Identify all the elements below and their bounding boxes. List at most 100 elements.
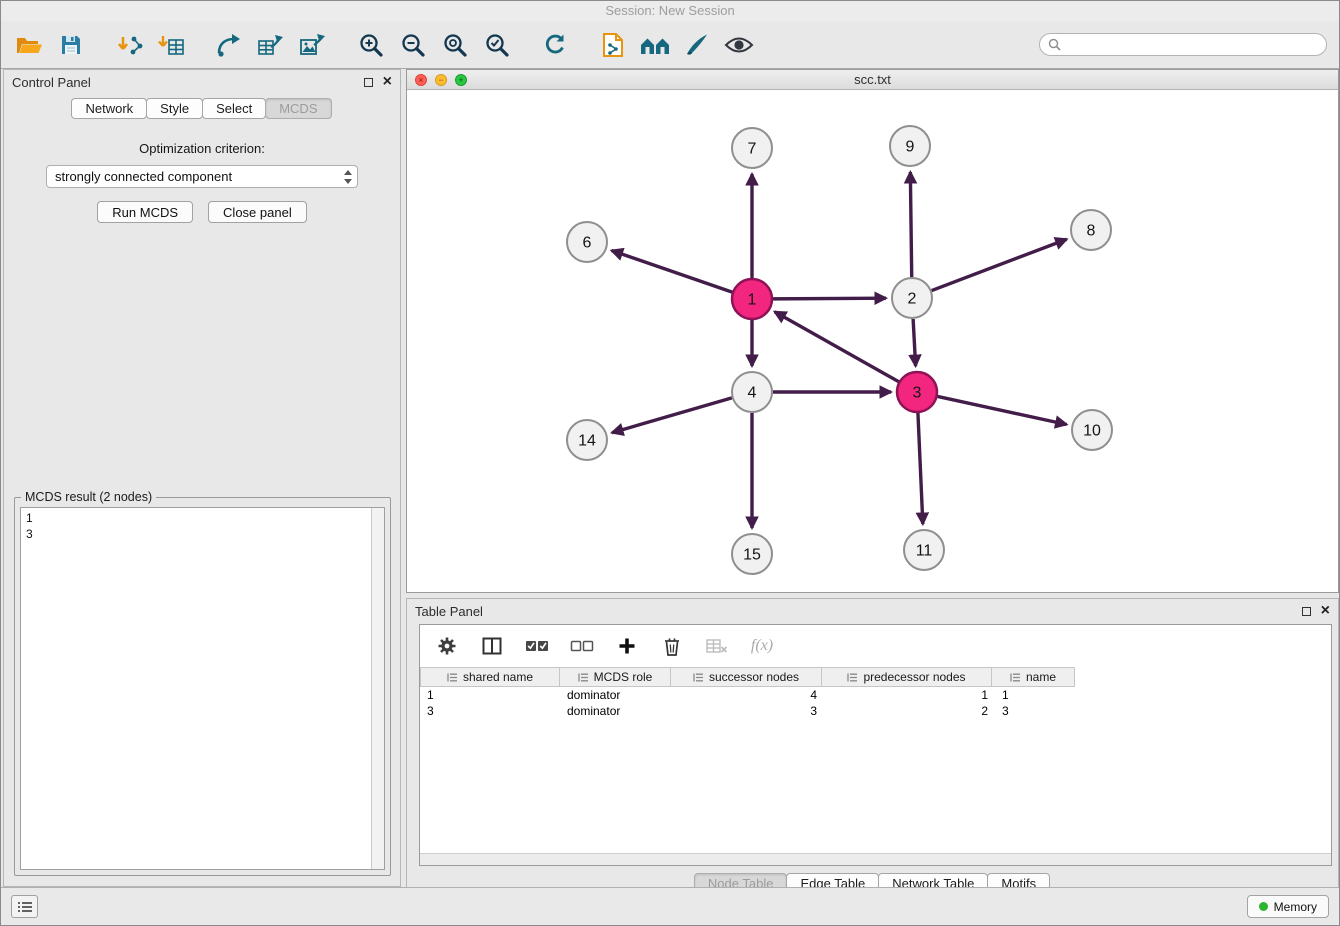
graph-edge-2-8[interactable] (932, 239, 1067, 290)
mcds-result-area[interactable]: 13 (20, 507, 385, 870)
table-settings-icon[interactable] (435, 634, 459, 658)
table-row[interactable]: 1dominator411 (420, 687, 1331, 703)
close-table-panel-icon[interactable]: × (1321, 605, 1330, 617)
tab-network[interactable]: Network (71, 98, 147, 119)
task-list-icon (17, 901, 33, 913)
column-header-MCDS-role[interactable]: MCDS role (559, 667, 671, 687)
graph-edge-2-3[interactable] (913, 319, 916, 366)
zoom-selected-icon[interactable] (481, 29, 513, 61)
graph-edge-2-9[interactable] (910, 172, 911, 277)
graph-node-label-10: 10 (1083, 423, 1101, 440)
tab-select[interactable]: Select (202, 98, 266, 119)
create-column-icon[interactable] (615, 634, 639, 658)
control-panel-tabs: NetworkStyleSelectMCDS (4, 98, 400, 119)
function-builder-icon: f(x) (750, 634, 774, 658)
save-session-icon[interactable] (55, 29, 87, 61)
search-input[interactable] (1066, 38, 1318, 52)
cell-successor-nodes: 4 (672, 687, 824, 703)
export-table-icon[interactable] (255, 29, 287, 61)
graph-node-label-15: 15 (743, 547, 761, 564)
graph-node-label-2: 2 (908, 291, 917, 308)
cell-MCDS-role: dominator (560, 687, 672, 703)
toolbar-group-view (597, 29, 755, 61)
criterion-dropdown-value: strongly connected component (55, 169, 343, 184)
status-bar: Memory (1, 887, 1339, 925)
toolbar-group-session (13, 29, 87, 61)
window-title: Session: New Session (605, 3, 734, 18)
column-label: predecessor nodes (863, 670, 965, 684)
run-mcds-button[interactable]: Run MCDS (97, 201, 193, 223)
toolbar-group-export (213, 29, 329, 61)
optimization-criterion-label: Optimization criterion: (4, 141, 400, 156)
open-session-icon[interactable] (13, 29, 45, 61)
control-panel: Control Panel × NetworkStyleSelectMCDS O… (3, 69, 401, 887)
table-horizontal-scrollbar[interactable] (420, 853, 1331, 865)
task-history-button[interactable] (11, 895, 38, 918)
show-hide-panels-icon[interactable] (639, 29, 671, 61)
close-panel-icon[interactable]: × (383, 76, 392, 88)
table-header-row: shared name MCDS role successor nodes prede… (420, 667, 1331, 687)
graph-edge-3-11[interactable] (918, 413, 923, 524)
result-scrollbar[interactable] (371, 508, 384, 869)
graph-edge-4-14[interactable] (612, 398, 732, 433)
cell-name: 1 (995, 687, 1079, 703)
app-window: Session: New Session (0, 0, 1340, 926)
show-column-panel-icon[interactable] (480, 634, 504, 658)
graph-node-label-7: 7 (748, 141, 757, 158)
graph-node-label-14: 14 (578, 433, 596, 450)
table-panel-title: Table Panel (415, 604, 483, 619)
memory-label: Memory (1274, 900, 1317, 914)
network-window-title: scc.txt (407, 72, 1338, 87)
memory-button[interactable]: Memory (1247, 895, 1329, 918)
cell-shared-name: 1 (420, 687, 560, 703)
graph-edge-1-6[interactable] (612, 250, 733, 292)
column-header-shared-name[interactable]: shared name (420, 667, 560, 687)
show-graphics-details-icon[interactable] (723, 29, 755, 61)
graph-edge-3-10[interactable] (938, 396, 1067, 424)
graph-edge-3-1[interactable] (775, 312, 899, 382)
control-panel-header: Control Panel × (4, 70, 400, 94)
network-graph[interactable]: 7968124314101511 (407, 90, 1338, 592)
export-network-icon[interactable] (213, 29, 245, 61)
delete-columns-icon[interactable] (660, 634, 684, 658)
graph-edge-1-2[interactable] (773, 298, 886, 299)
table-toolbar: f(x) (420, 625, 1331, 667)
graph-node-label-3: 3 (913, 385, 922, 402)
open-in-browser-icon[interactable] (597, 29, 629, 61)
column-header-successor-nodes[interactable]: successor nodes (670, 667, 822, 687)
fx-label: f(x) (751, 637, 773, 655)
criterion-dropdown[interactable]: strongly connected component (46, 165, 358, 188)
cell-predecessor-nodes: 2 (824, 703, 995, 719)
apply-style-icon[interactable] (681, 29, 713, 61)
export-image-icon[interactable] (297, 29, 329, 61)
search-icon (1048, 38, 1061, 51)
clear-selection-icon[interactable] (570, 634, 594, 658)
close-panel-button[interactable]: Close panel (208, 201, 307, 223)
graph-node-label-4: 4 (748, 385, 757, 402)
mcds-result-group: MCDS result (2 nodes) 13 (14, 497, 391, 876)
graph-node-label-11: 11 (916, 543, 933, 560)
select-all-rows-icon[interactable] (525, 634, 549, 658)
tab-style[interactable]: Style (146, 98, 203, 119)
import-table-icon[interactable] (155, 29, 187, 61)
zoom-in-icon[interactable] (355, 29, 387, 61)
zoom-fit-icon[interactable] (439, 29, 471, 61)
float-panel-icon[interactable] (364, 78, 373, 87)
mcds-result-title: MCDS result (2 nodes) (21, 490, 156, 504)
toolbar-group-import (113, 29, 187, 61)
column-header-predecessor-nodes[interactable]: predecessor nodes (821, 667, 992, 687)
refresh-icon[interactable] (539, 29, 571, 61)
window-titlebar: Session: New Session (1, 1, 1339, 21)
table-container: f(x) shared name MCDS role successor nodes… (419, 624, 1332, 866)
tab-mcds[interactable]: MCDS (265, 98, 331, 119)
float-table-panel-icon[interactable] (1302, 607, 1311, 616)
column-label: name (1026, 670, 1056, 684)
table-row[interactable]: 3dominator323 (420, 703, 1331, 719)
zoom-out-icon[interactable] (397, 29, 429, 61)
column-type-icon (847, 672, 858, 683)
column-label: MCDS role (594, 670, 653, 684)
cell-MCDS-role: dominator (560, 703, 672, 719)
column-header-name[interactable]: name (991, 667, 1075, 687)
toolbar-search[interactable] (1039, 33, 1327, 56)
import-network-icon[interactable] (113, 29, 145, 61)
